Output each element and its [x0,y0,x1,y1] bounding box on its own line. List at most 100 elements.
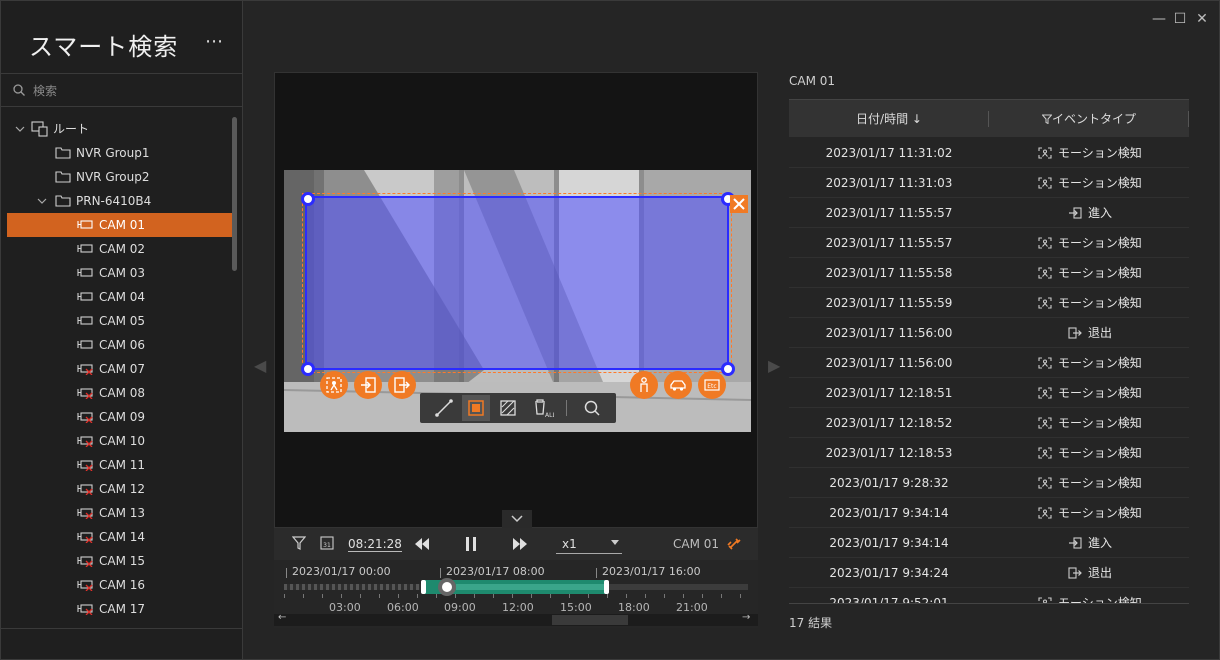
exclude-area-tool-button[interactable] [494,395,522,421]
timeline-ticks [284,594,748,598]
search-button[interactable] [578,395,606,421]
roi-handle-bottom-left[interactable] [301,362,315,376]
tree-item-camera[interactable]: CAM 06 [7,333,232,357]
timeline-scrollbar[interactable]: ← → [274,612,758,626]
tree-item-camera[interactable]: CAM 14 [7,525,232,549]
tree-item-group[interactable]: NVR Group1 [7,141,232,165]
table-row[interactable]: 2023/01/17 12:18:52 モーション検知 [789,408,1189,438]
filter-icon[interactable] [292,535,306,551]
table-row[interactable]: 2023/01/17 11:55:57 モーション検知 [789,228,1189,258]
chevron-down-icon[interactable] [15,126,25,133]
event-type-column-header[interactable]: イベントタイプ [989,100,1189,138]
tree-item-camera[interactable]: CAM 17 [7,597,232,621]
tree-item-camera[interactable]: CAM 12 [7,477,232,501]
event-type-label: モーション検知 [1058,356,1142,370]
tree-item-label: CAM 15 [99,554,146,568]
tree-item-root[interactable]: ルート [7,117,232,141]
event-type-label: モーション検知 [1058,176,1142,190]
playback-time[interactable]: 08:21:28 [348,537,402,552]
motion-icon [326,377,342,393]
tree-item-camera[interactable]: CAM 07 [7,357,232,381]
range-end-handle[interactable] [604,580,609,594]
tree-item-camera[interactable]: CAM 13 [7,501,232,525]
scroll-right-arrow[interactable]: → [742,612,750,623]
fast-forward-icon[interactable] [512,537,528,551]
speed-select[interactable]: x1 [556,532,622,554]
calendar-icon[interactable]: 31 [320,535,334,551]
table-row[interactable]: 2023/01/17 11:31:03 モーション検知 [789,168,1189,198]
rewind-icon[interactable] [414,537,430,551]
tree-item-camera[interactable]: CAM 05 [7,309,232,333]
search-bar [1,73,243,107]
tree-item-group[interactable]: PRN-6410B4 [7,189,232,213]
tree-item-camera[interactable]: CAM 10 [7,429,232,453]
table-row[interactable]: 2023/01/17 9:52:01 モーション検知 [789,588,1189,603]
table-row[interactable]: 2023/01/17 9:34:24 退出 [789,558,1189,588]
range-start-handle[interactable] [421,580,426,594]
tree-item-camera[interactable]: CAM 08 [7,381,232,405]
table-row[interactable]: 2023/01/17 12:18:53 モーション検知 [789,438,1189,468]
area-tool-button[interactable] [462,395,490,421]
table-row[interactable]: 2023/01/17 9:34:14 進入 [789,528,1189,558]
prev-pane-arrow[interactable]: ◀ [254,356,266,375]
motion-detect-button[interactable] [320,371,348,399]
event-results-table: 日付/時間 ↓ イベントタイプ 2023/01/17 11:31:02 モーション… [789,99,1189,603]
motion-icon [1038,147,1052,159]
table-row[interactable]: 2023/01/17 11:56:00 退出 [789,318,1189,348]
pause-icon[interactable] [464,536,478,552]
vehicle-filter-button[interactable] [664,371,692,399]
enter-icon [1069,207,1082,219]
table-row[interactable]: 2023/01/17 11:55:59 モーション検知 [789,288,1189,318]
roi-handle-bottom-right[interactable] [721,362,735,376]
camera-icon [77,460,93,471]
delete-all-button[interactable]: ALL [526,395,556,421]
search-input[interactable] [33,81,233,101]
tree-item-camera[interactable]: CAM 04 [7,285,232,309]
motion-icon [1038,507,1052,519]
camera-icon [77,268,93,277]
maximize-button[interactable]: ☐ [1171,10,1189,28]
detection-area-box[interactable] [305,196,729,370]
event-type-label: モーション検知 [1058,596,1142,603]
line-tool-button[interactable] [430,395,458,421]
next-pane-arrow[interactable]: ▶ [768,356,780,375]
tree-item-camera[interactable]: CAM 11 [7,453,232,477]
enter-icon [1069,537,1082,549]
event-type-label: 退出 [1088,566,1113,580]
table-row[interactable]: 2023/01/17 11:55:58 モーション検知 [789,258,1189,288]
table-row[interactable]: 2023/01/17 11:56:00 モーション検知 [789,348,1189,378]
table-row[interactable]: 2023/01/17 9:34:14 モーション検知 [789,498,1189,528]
datetime-column-header[interactable]: 日付/時間 ↓ [789,100,989,138]
table-row[interactable]: 2023/01/17 11:55:57 進入 [789,198,1189,228]
motion-icon [1038,387,1052,399]
minimize-button[interactable]: — [1150,10,1168,28]
person-filter-button[interactable] [630,371,658,399]
link-icon[interactable] [726,536,742,552]
tree-item-camera[interactable]: CAM 09 [7,405,232,429]
tree-item-group[interactable]: NVR Group2 [7,165,232,189]
table-row[interactable]: 2023/01/17 12:18:51 モーション検知 [789,378,1189,408]
scroll-thumb[interactable] [552,615,628,625]
roi-delete-button[interactable] [730,195,748,213]
tree-item-camera[interactable]: CAM 02 [7,237,232,261]
scroll-left-arrow[interactable]: ← [278,612,286,623]
tree-item-camera[interactable]: CAM 03 [7,261,232,285]
collapse-timeline-button[interactable] [502,510,532,528]
close-window-button[interactable]: ✕ [1193,10,1211,28]
table-row[interactable]: 2023/01/17 11:31:02 モーション検知 [789,138,1189,168]
etc-filter-button[interactable]: Etc [698,371,726,399]
timeline[interactable]: 2023/01/17 00:00 2023/01/17 08:00 2023/0… [274,560,758,628]
event-type-header-label: イベントタイプ [1051,112,1136,126]
enter-event-button[interactable] [354,371,382,399]
tree-item-camera[interactable]: CAM 15 [7,549,232,573]
tree-item-camera[interactable]: CAM 16 [7,573,232,597]
motion-icon [1038,177,1052,189]
tree-item-camera[interactable]: CAM 01 [7,213,232,237]
table-row[interactable]: 2023/01/17 9:28:32 モーション検知 [789,468,1189,498]
tree-item-label: CAM 13 [99,506,146,520]
roi-handle-top-left[interactable] [301,192,315,206]
chevron-down-icon[interactable] [37,198,47,205]
tree-scrollbar[interactable] [232,117,237,271]
exit-event-button[interactable] [388,371,416,399]
more-options-button[interactable]: ⋯ [205,31,224,52]
